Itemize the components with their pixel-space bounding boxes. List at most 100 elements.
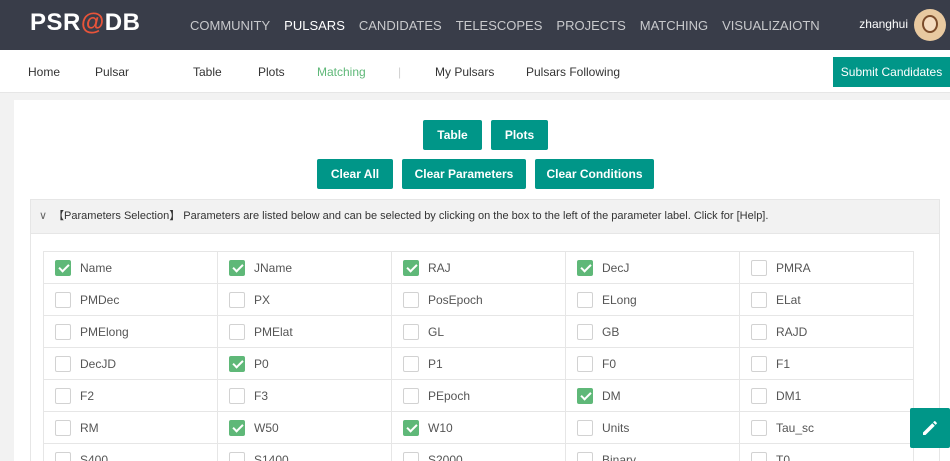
parameter-cell[interactable]: S1400 xyxy=(217,443,392,461)
parameter-checkbox[interactable] xyxy=(577,291,593,308)
parameter-cell[interactable]: T0 xyxy=(739,443,914,461)
parameter-checkbox[interactable] xyxy=(577,323,593,340)
parameter-cell[interactable]: PMElong xyxy=(43,315,218,348)
clear-conditions-button[interactable]: Clear Conditions xyxy=(535,159,654,189)
table-view-button[interactable]: Table xyxy=(423,120,482,150)
parameter-row: RM W50 W10 Units Tau_sc xyxy=(43,411,914,444)
matching-panel: Table Plots Clear All Clear Parameters C… xyxy=(14,100,950,461)
parameter-checkbox[interactable] xyxy=(55,291,71,308)
nav-visualization[interactable]: VISUALIZAIOTN xyxy=(722,18,820,33)
parameter-cell[interactable]: S400 xyxy=(43,443,218,461)
parameter-cell[interactable]: PX xyxy=(217,283,392,316)
subnav-pulsar[interactable]: Pulsar xyxy=(95,65,129,79)
parameter-checkbox[interactable] xyxy=(577,451,593,461)
parameter-checkbox[interactable] xyxy=(55,355,71,372)
parameter-checkbox[interactable] xyxy=(751,387,767,404)
parameter-cell[interactable]: F0 xyxy=(565,347,740,380)
parameter-checkbox[interactable] xyxy=(229,387,245,404)
parameter-checkbox[interactable] xyxy=(55,323,71,340)
parameter-cell[interactable]: PMDec xyxy=(43,283,218,316)
parameter-checkbox[interactable] xyxy=(403,419,419,436)
parameter-checkbox[interactable] xyxy=(751,355,767,372)
parameter-cell[interactable]: JName xyxy=(217,251,392,284)
parameter-checkbox[interactable] xyxy=(55,387,71,404)
subnav-matching[interactable]: Matching xyxy=(317,65,366,79)
nav-candidates[interactable]: CANDIDATES xyxy=(359,18,442,33)
parameter-checkbox[interactable] xyxy=(403,291,419,308)
parameter-checkbox[interactable] xyxy=(229,259,245,276)
parameter-checkbox[interactable] xyxy=(403,323,419,340)
parameter-cell[interactable]: DecJD xyxy=(43,347,218,380)
parameter-label: S1400 xyxy=(254,452,289,461)
username[interactable]: zhanghui xyxy=(859,17,908,31)
parameter-checkbox[interactable] xyxy=(577,419,593,436)
clear-all-button[interactable]: Clear All xyxy=(317,159,393,189)
parameter-checkbox[interactable] xyxy=(403,259,419,276)
parameter-cell[interactable]: Name xyxy=(43,251,218,284)
parameter-checkbox[interactable] xyxy=(229,355,245,372)
parameter-cell[interactable]: Binary xyxy=(565,443,740,461)
parameter-cell[interactable]: ELong xyxy=(565,283,740,316)
subnav-table[interactable]: Table xyxy=(193,65,222,79)
parameter-checkbox[interactable] xyxy=(229,451,245,461)
parameter-cell[interactable]: PosEpoch xyxy=(391,283,566,316)
parameter-checkbox[interactable] xyxy=(577,387,593,404)
parameter-checkbox[interactable] xyxy=(229,291,245,308)
parameter-cell[interactable]: Units xyxy=(565,411,740,444)
parameter-cell[interactable]: F2 xyxy=(43,379,218,412)
parameter-checkbox[interactable] xyxy=(751,451,767,461)
subnav-my-pulsars[interactable]: My Pulsars xyxy=(435,65,494,79)
parameter-cell[interactable]: W50 xyxy=(217,411,392,444)
parameter-checkbox[interactable] xyxy=(751,291,767,308)
parameter-checkbox[interactable] xyxy=(229,419,245,436)
parameter-checkbox[interactable] xyxy=(403,451,419,461)
parameter-cell[interactable]: Tau_sc xyxy=(739,411,914,444)
subnav-plots[interactable]: Plots xyxy=(258,65,285,79)
plots-view-button[interactable]: Plots xyxy=(491,120,548,150)
parameters-selection-header[interactable]: ∨ 【Parameters Selection】 Parameters are l… xyxy=(30,199,940,234)
parameter-checkbox[interactable] xyxy=(55,419,71,436)
parameter-cell[interactable]: PEpoch xyxy=(391,379,566,412)
clear-parameters-button[interactable]: Clear Parameters xyxy=(402,159,526,189)
parameter-cell[interactable]: GL xyxy=(391,315,566,348)
nav-community[interactable]: COMMUNITY xyxy=(190,18,270,33)
parameter-checkbox[interactable] xyxy=(403,387,419,404)
avatar[interactable] xyxy=(914,9,946,41)
parameter-cell[interactable]: RAJ xyxy=(391,251,566,284)
parameter-checkbox[interactable] xyxy=(403,355,419,372)
parameter-checkbox[interactable] xyxy=(229,323,245,340)
edit-fab-button[interactable] xyxy=(910,408,950,448)
parameter-checkbox[interactable] xyxy=(577,259,593,276)
parameter-cell[interactable]: RM xyxy=(43,411,218,444)
nav-matching[interactable]: MATCHING xyxy=(640,18,708,33)
parameter-checkbox[interactable] xyxy=(751,259,767,276)
nav-projects[interactable]: PROJECTS xyxy=(556,18,625,33)
site-logo[interactable]: PSR@DB xyxy=(30,9,140,37)
parameter-cell[interactable]: F3 xyxy=(217,379,392,412)
submit-candidates-button[interactable]: Submit Candidates xyxy=(833,57,950,87)
parameter-cell[interactable]: ELat xyxy=(739,283,914,316)
nav-telescopes[interactable]: TELESCOPES xyxy=(456,18,543,33)
nav-pulsars[interactable]: PULSARS xyxy=(284,18,345,33)
parameter-cell[interactable]: S2000 xyxy=(391,443,566,461)
parameter-checkbox[interactable] xyxy=(751,419,767,436)
subnav-home[interactable]: Home xyxy=(28,65,60,79)
parameter-cell[interactable]: P0 xyxy=(217,347,392,380)
parameter-cell[interactable]: P1 xyxy=(391,347,566,380)
parameter-checkbox[interactable] xyxy=(577,355,593,372)
parameter-cell[interactable]: RAJD xyxy=(739,315,914,348)
parameter-cell[interactable]: PMElat xyxy=(217,315,392,348)
parameter-cell[interactable]: GB xyxy=(565,315,740,348)
parameter-cell[interactable]: DecJ xyxy=(565,251,740,284)
parameter-cell[interactable]: DM xyxy=(565,379,740,412)
parameter-cell[interactable]: W10 xyxy=(391,411,566,444)
parameter-cell[interactable]: PMRA xyxy=(739,251,914,284)
parameter-label: DM xyxy=(602,388,621,403)
parameter-checkbox[interactable] xyxy=(55,259,71,276)
parameter-cell[interactable]: DM1 xyxy=(739,379,914,412)
subnav-pulsars-following[interactable]: Pulsars Following xyxy=(526,65,620,79)
parameter-checkbox[interactable] xyxy=(751,323,767,340)
parameter-cell[interactable]: F1 xyxy=(739,347,914,380)
parameter-checkbox[interactable] xyxy=(55,451,71,461)
chevron-down-icon: ∨ xyxy=(39,210,48,222)
